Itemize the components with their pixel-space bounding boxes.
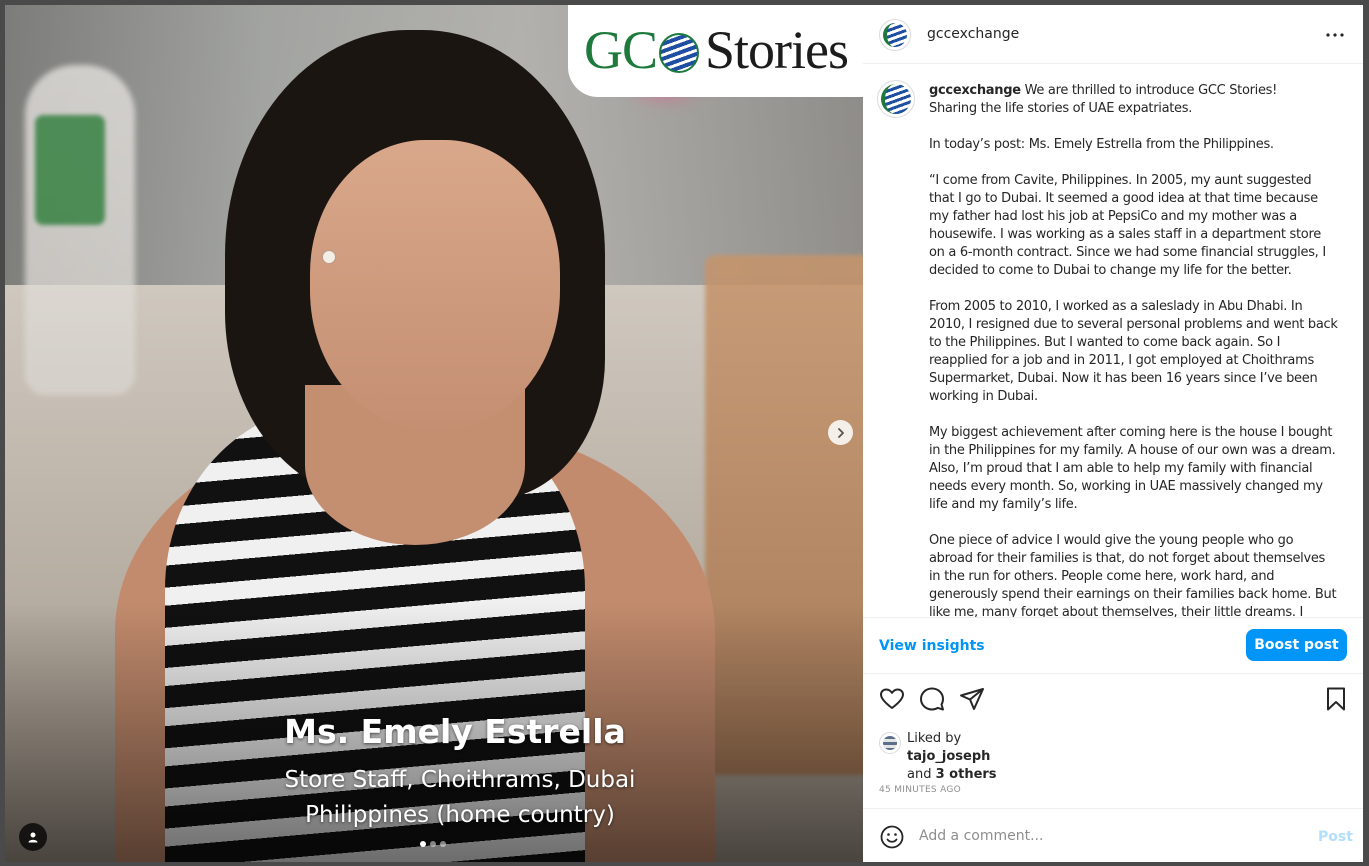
post-modal: GC Stories Ms. Emely Estrella Store Staff… — [0, 0, 1369, 866]
liked-by-prefix: Liked by — [907, 731, 962, 746]
more-icon — [1326, 33, 1344, 37]
header-username[interactable]: gccexchange — [927, 26, 1019, 42]
add-comment-bar: Post — [863, 808, 1363, 862]
carousel-next-button[interactable] — [828, 420, 853, 445]
post-image[interactable]: GC Stories Ms. Emely Estrella Store Staff… — [5, 5, 863, 862]
gcc-globe-icon — [883, 23, 907, 47]
logo-text-left: GC — [584, 20, 658, 80]
liked-by-text: Liked by tajo_joseph and 3 others — [907, 730, 997, 784]
emoji-icon[interactable] — [879, 824, 905, 850]
gcc-globe-icon — [881, 84, 911, 114]
caption-paragraph: “I come from Cavite, Philippines. In 200… — [929, 173, 1326, 278]
caption-paragraph: From 2005 to 2010, I worked as a salesla… — [929, 299, 1338, 404]
post-time[interactable]: 45 MINUTES AGO — [879, 785, 961, 795]
image-caption-role: Store Staff, Choithrams, Dubai — [284, 767, 636, 793]
globe-logo-icon — [659, 33, 700, 73]
comment-input[interactable] — [919, 825, 1279, 847]
caption-text: gccexchange We are thrilled to introduce… — [929, 82, 1339, 617]
carousel-dot — [430, 841, 436, 847]
background-vest — [35, 115, 105, 225]
boost-post-button[interactable]: Boost post — [1246, 629, 1347, 661]
caption-avatar[interactable] — [877, 80, 915, 118]
portrait-earring — [323, 251, 335, 263]
caption-paragraph: One piece of advice I would give the you… — [929, 533, 1337, 617]
likes-summary: Liked by tajo_joseph and 3 others — [879, 727, 1339, 787]
heart-icon[interactable] — [878, 685, 906, 713]
liked-by-avatar[interactable] — [879, 732, 901, 754]
caption-username[interactable]: gccexchange — [929, 83, 1021, 98]
caption-paragraph: In today’s post: Ms. Emely Estrella from… — [929, 137, 1274, 152]
portrait-face — [310, 140, 560, 430]
liked-by-others[interactable]: 3 others — [936, 767, 997, 782]
liked-by-and: and — [907, 767, 932, 782]
post-side-panel: gccexchange gccexchange We are thrilled … — [863, 5, 1363, 862]
send-icon[interactable] — [958, 685, 986, 713]
more-options-button[interactable] — [1323, 23, 1347, 47]
post-comment-button[interactable]: Post — [1318, 829, 1353, 845]
carousel-dots — [420, 841, 446, 847]
caption-paragraph: Sharing the life stories of UAE expatria… — [929, 101, 1193, 116]
user-tag-icon — [28, 832, 38, 843]
liked-by-user[interactable]: tajo_joseph — [907, 749, 990, 764]
carousel-dot — [420, 841, 426, 847]
avatar[interactable] — [879, 19, 911, 51]
gcc-stories-logo: GC Stories — [568, 5, 863, 97]
carousel-dot — [440, 841, 446, 847]
bookmark-icon[interactable] — [1322, 685, 1350, 713]
caption-paragraph: My biggest achievement after coming here… — [929, 425, 1336, 512]
tagged-users-button[interactable] — [19, 823, 47, 851]
post-header: gccexchange — [863, 5, 1363, 64]
insights-row: View insights Boost post — [863, 617, 1363, 674]
image-caption-name: Ms. Emely Estrella — [284, 712, 626, 751]
chevron-right-icon — [837, 427, 844, 438]
view-insights-link[interactable]: View insights — [879, 638, 985, 654]
liked-by-icon — [883, 736, 897, 750]
caption-scroll-area[interactable]: gccexchange We are thrilled to introduce… — [863, 65, 1363, 617]
image-caption-country: Philippines (home country) — [305, 802, 615, 828]
caption-intro: gccexchange We are thrilled to introduce… — [929, 82, 1339, 118]
comment-icon[interactable] — [918, 685, 946, 713]
logo-text-right: Stories — [705, 20, 849, 80]
caption-first-line: We are thrilled to introduce GCC Stories… — [1024, 83, 1278, 98]
logo-text: GC Stories — [584, 19, 849, 81]
action-bar — [863, 685, 1363, 725]
